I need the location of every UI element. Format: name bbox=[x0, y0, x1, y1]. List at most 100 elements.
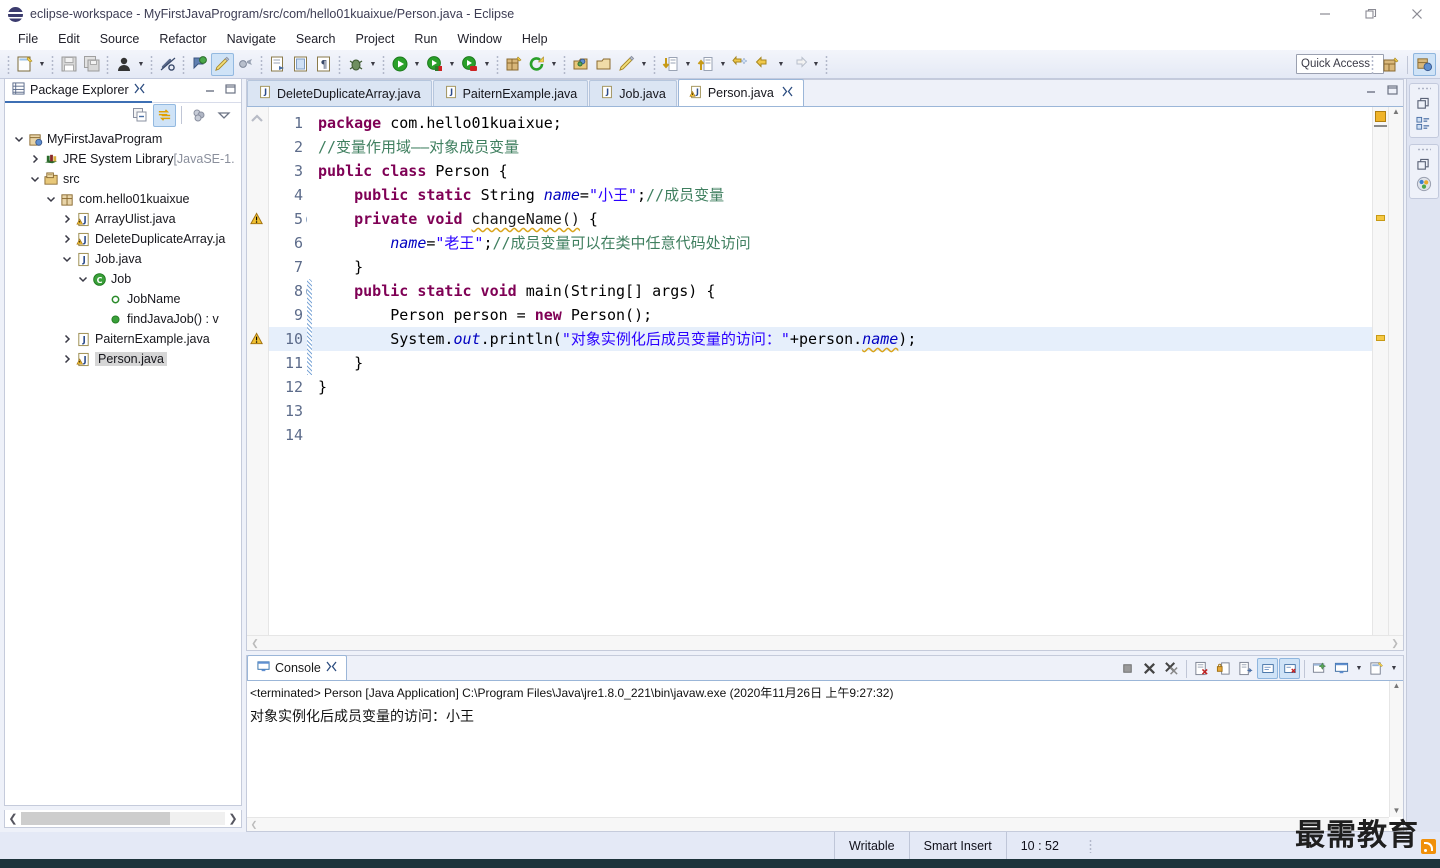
overview-ruler[interactable] bbox=[1372, 107, 1388, 650]
tree-item[interactable]: src bbox=[5, 169, 241, 189]
close-icon[interactable] bbox=[782, 86, 793, 100]
save-all-icon[interactable] bbox=[80, 53, 103, 76]
code-line[interactable]: private void changeName() { bbox=[318, 207, 1372, 231]
code-line[interactable]: System.out.println("对象实例化后成员变量的访问："+pers… bbox=[318, 327, 1372, 351]
scroll-lock-icon[interactable] bbox=[1213, 658, 1234, 679]
word-wrap-icon[interactable] bbox=[1235, 658, 1256, 679]
open-task-icon[interactable] bbox=[266, 53, 289, 76]
line-number-gutter[interactable]: 12345−678−91011121314 bbox=[269, 107, 317, 650]
menu-navigate[interactable]: Navigate bbox=[217, 30, 286, 48]
pencil-icon[interactable] bbox=[615, 53, 638, 76]
warning-marker-icon[interactable] bbox=[250, 331, 266, 347]
tree-item[interactable]: com.hello01kuaixue bbox=[5, 189, 241, 209]
terminate-icon[interactable] bbox=[1117, 658, 1138, 679]
external-tools-icon[interactable] bbox=[458, 53, 481, 76]
chevron-down-icon[interactable] bbox=[59, 254, 75, 264]
editor-tab[interactable]: J Person.java bbox=[677, 79, 804, 106]
code-line[interactable]: public static void main(String[] args) { bbox=[318, 279, 1372, 303]
collapse-all-icon[interactable] bbox=[128, 104, 151, 127]
drag-grip-icon[interactable] bbox=[1416, 87, 1431, 90]
overview-warning-marker[interactable] bbox=[1376, 215, 1385, 221]
code-line[interactable]: } bbox=[318, 375, 1372, 399]
toolbar-grip[interactable] bbox=[563, 54, 566, 74]
show-console-on-error-icon[interactable] bbox=[1279, 658, 1300, 679]
back-dropdown-icon[interactable]: ▼ bbox=[775, 53, 787, 76]
open-perspective-icon[interactable] bbox=[1379, 53, 1402, 76]
restore-icon[interactable] bbox=[1413, 154, 1435, 174]
debug-icon[interactable] bbox=[344, 53, 367, 76]
menu-run[interactable]: Run bbox=[404, 30, 447, 48]
skip-breakpoints-icon[interactable] bbox=[156, 53, 179, 76]
person-icon[interactable] bbox=[112, 53, 135, 76]
package-explorer-hscrollbar[interactable]: ❮ ❯ bbox=[4, 810, 242, 828]
toolbar-grip[interactable] bbox=[106, 54, 109, 74]
maximize-icon[interactable] bbox=[1385, 83, 1399, 100]
person-dropdown-icon[interactable]: ▼ bbox=[135, 53, 147, 76]
chevron-down-icon[interactable] bbox=[27, 174, 43, 184]
warning-marker-icon[interactable] bbox=[250, 211, 266, 227]
toggle-mark-occurrences-icon[interactable] bbox=[211, 52, 234, 76]
code-line[interactable]: public static String name="小王";//成员变量 bbox=[318, 183, 1372, 207]
chevron-down-icon[interactable] bbox=[11, 134, 27, 144]
code-line[interactable]: package com.hello01kuaixue; bbox=[318, 111, 1372, 135]
menu-source[interactable]: Source bbox=[90, 30, 150, 48]
project-tree[interactable]: MyFirstJavaProgram JRE System Library [Ja… bbox=[5, 127, 241, 805]
new-wizard-dropdown-icon[interactable]: ▼ bbox=[36, 53, 48, 76]
code-line[interactable]: name="老王";//成员变量可以在类中任意代码处访问 bbox=[318, 231, 1372, 255]
new-java-project-icon[interactable] bbox=[502, 53, 525, 76]
menu-refactor[interactable]: Refactor bbox=[149, 30, 216, 48]
refresh-dropdown-icon[interactable]: ▼ bbox=[548, 53, 560, 76]
toggle-word-wrap-icon[interactable] bbox=[234, 53, 257, 76]
task-list-icon[interactable] bbox=[1413, 174, 1435, 194]
menu-window[interactable]: Window bbox=[447, 30, 511, 48]
toolbar-grip[interactable] bbox=[496, 54, 499, 74]
tree-item[interactable]: findJavaJob() : v bbox=[5, 309, 241, 329]
scroll-left-icon[interactable]: ❮ bbox=[247, 820, 261, 829]
fast-view-stack-task-list[interactable] bbox=[1408, 144, 1439, 199]
editor-vscrollbar[interactable]: ▲ ▼ bbox=[1388, 107, 1403, 650]
chevron-right-icon[interactable] bbox=[27, 154, 43, 164]
toolbar-grip[interactable] bbox=[382, 54, 385, 74]
chevron-down-icon[interactable] bbox=[75, 274, 91, 284]
scroll-track[interactable] bbox=[21, 812, 225, 825]
save-icon[interactable] bbox=[57, 53, 80, 76]
maximize-icon[interactable] bbox=[223, 82, 237, 99]
remove-all-launches-icon[interactable] bbox=[1161, 658, 1182, 679]
console-hscrollbar[interactable]: ❮ bbox=[247, 817, 1389, 831]
view-menu-icon[interactable] bbox=[212, 104, 235, 127]
editor-tab[interactable]: J PaiternExample.java bbox=[432, 80, 589, 106]
code-line[interactable] bbox=[318, 399, 1372, 423]
toolbar-grip[interactable] bbox=[51, 54, 54, 74]
toolbar-grip[interactable] bbox=[7, 54, 10, 74]
refresh-icon[interactable] bbox=[525, 53, 548, 76]
tree-item[interactable]: J Person.java bbox=[5, 349, 241, 369]
editor-tab[interactable]: J DeleteDuplicateArray.java bbox=[247, 80, 432, 106]
menu-file[interactable]: File bbox=[8, 30, 48, 48]
remove-launch-icon[interactable] bbox=[1139, 658, 1160, 679]
toolbar-grip[interactable] bbox=[653, 54, 656, 74]
toolbar-grip[interactable] bbox=[825, 54, 828, 74]
menu-project[interactable]: Project bbox=[346, 30, 405, 48]
tree-item[interactable]: MyFirstJavaProgram bbox=[5, 129, 241, 149]
drag-grip-icon[interactable] bbox=[1416, 148, 1431, 151]
debug-dropdown-icon[interactable]: ▼ bbox=[367, 53, 379, 76]
tree-item[interactable]: J DeleteDuplicateArray.ja bbox=[5, 229, 241, 249]
pencil-dropdown-icon[interactable]: ▼ bbox=[638, 53, 650, 76]
next-annotation-icon[interactable] bbox=[659, 53, 682, 76]
run-icon[interactable] bbox=[388, 53, 411, 76]
minimize-button[interactable] bbox=[1302, 0, 1348, 28]
fast-view-stack-outline[interactable] bbox=[1408, 83, 1439, 138]
console-vscrollbar[interactable]: ▲ ▼ bbox=[1389, 681, 1403, 817]
forward-dropdown-icon[interactable]: ▼ bbox=[810, 53, 822, 76]
minimize-icon[interactable] bbox=[1364, 83, 1378, 100]
toolbar-grip[interactable] bbox=[1371, 55, 1374, 74]
tree-item[interactable]: J ArrayUlist.java bbox=[5, 209, 241, 229]
display-selected-console-icon[interactable] bbox=[1331, 658, 1352, 679]
toolbar-grip[interactable] bbox=[260, 54, 263, 74]
previous-annotation-icon[interactable] bbox=[694, 53, 717, 76]
tree-item[interactable]: J Job.java bbox=[5, 249, 241, 269]
close-icon[interactable] bbox=[326, 661, 337, 675]
scroll-thumb[interactable] bbox=[21, 812, 170, 825]
restore-icon[interactable] bbox=[1413, 93, 1435, 113]
pin-console-icon[interactable] bbox=[1309, 658, 1330, 679]
